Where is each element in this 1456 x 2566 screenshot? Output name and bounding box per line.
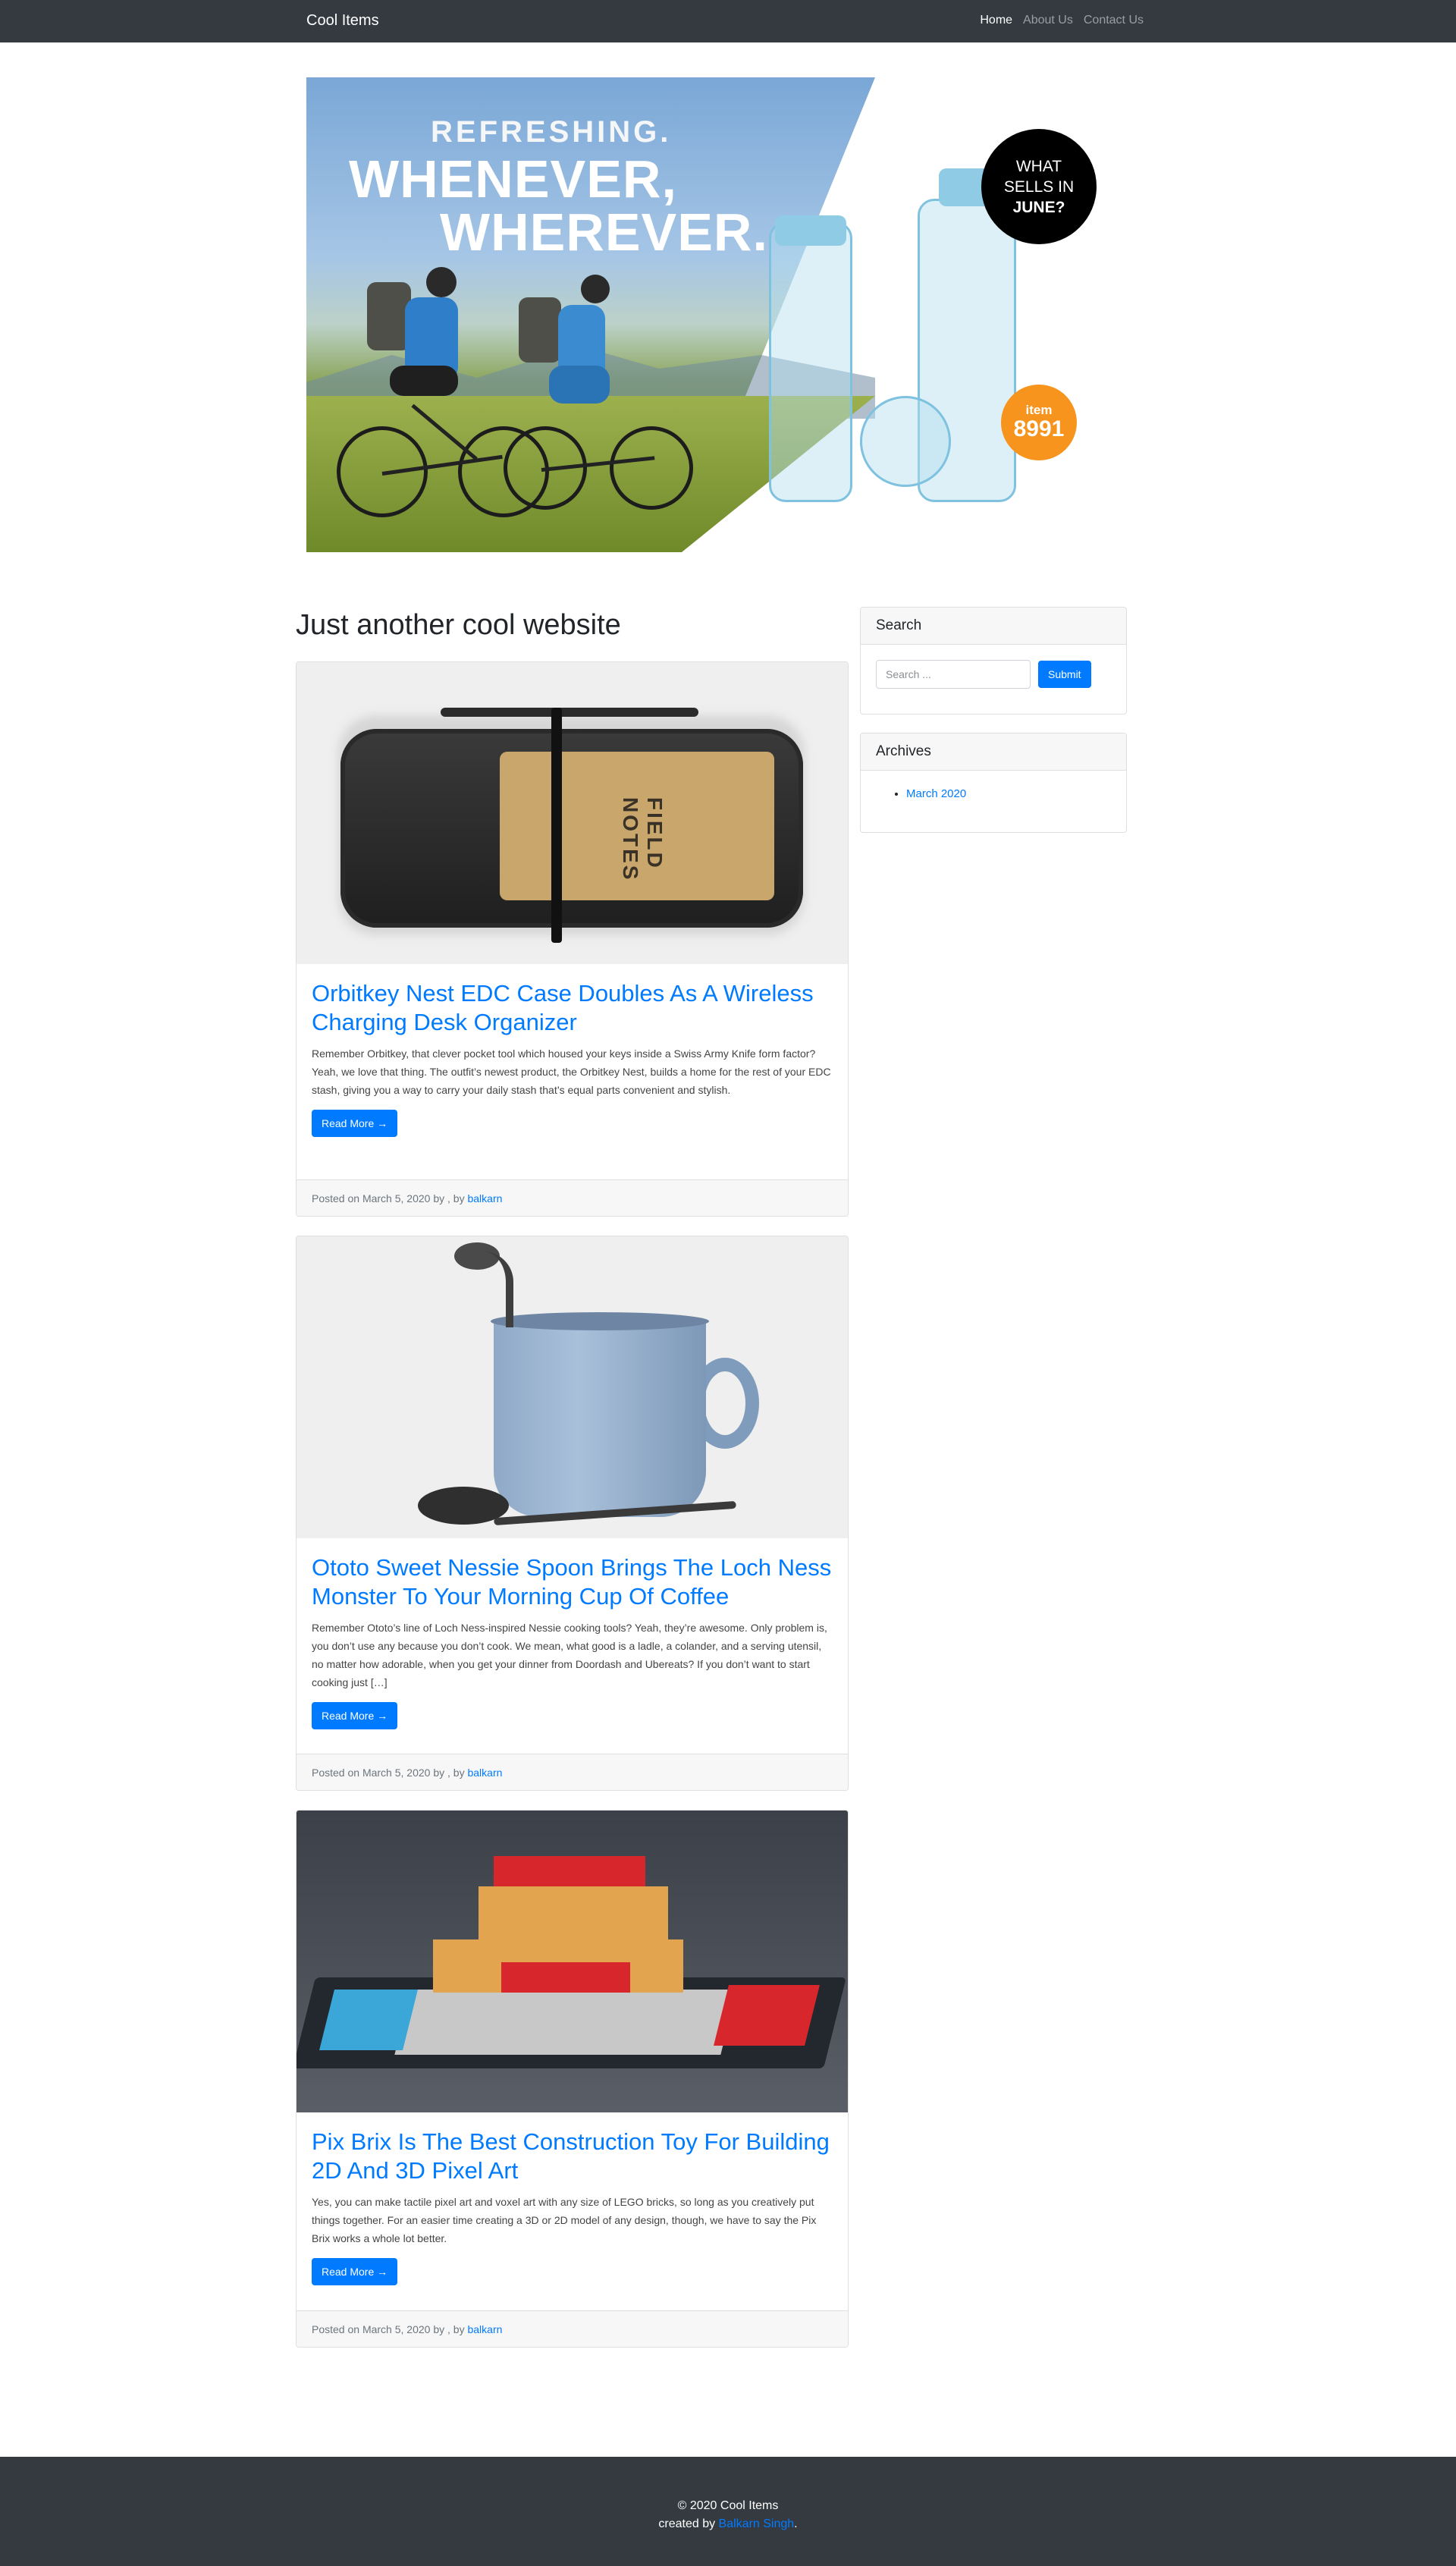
post-card: Ototo Sweet Nessie Spoon Brings The Loch… xyxy=(296,1236,849,1791)
post-card: Pix Brix Is The Best Construction Toy Fo… xyxy=(296,1810,849,2348)
nessie-spoon-neck xyxy=(483,1252,513,1327)
archives-widget: Archives March 2020 xyxy=(860,733,1127,833)
site-footer: © 2020 Cool Items created by Balkarn Sin… xyxy=(0,2457,1456,2566)
pixel-base-grey xyxy=(394,1990,737,2055)
post-body: Orbitkey Nest EDC Case Doubles As A Wire… xyxy=(312,964,835,1137)
search-form: Submit xyxy=(861,645,1126,689)
brand-link[interactable]: Cool Items xyxy=(306,11,379,30)
post-title[interactable]: Orbitkey Nest EDC Case Doubles As A Wire… xyxy=(312,979,835,1037)
cyclist-2 xyxy=(496,275,693,517)
hero-headline-3: WHEREVER. xyxy=(440,203,768,262)
hero-headline-2: WHENEVER, xyxy=(349,149,677,209)
post-image-edc-case[interactable]: FIELD NOTES xyxy=(297,662,848,964)
footer-credits: created by Balkarn Singh. xyxy=(0,2516,1456,2533)
field-notes-notebook: FIELD NOTES xyxy=(500,752,774,900)
archive-link-march-2020[interactable]: March 2020 xyxy=(906,787,966,800)
water-bottle-1 xyxy=(769,221,852,502)
footer-creator-link[interactable]: Balkarn Singh xyxy=(719,2517,795,2530)
post-date-text: Posted on March 5, 2020 by , by xyxy=(312,2323,465,2335)
search-input[interactable] xyxy=(876,660,1031,689)
bottle-1-cap xyxy=(775,215,846,246)
search-widget: Search Submit xyxy=(860,607,1127,715)
mario-overalls xyxy=(501,1962,630,1993)
archives-list: March 2020 xyxy=(861,771,1126,802)
mug-rim xyxy=(491,1312,709,1330)
post-card: FIELD NOTES Orbitkey Nest EDC Case Doubl… xyxy=(296,661,849,1217)
post-meta: Posted on March 5, 2020 by , by balkarn xyxy=(297,2310,848,2347)
pixel-base-blue xyxy=(319,1990,418,2050)
pixel-base-red xyxy=(714,1985,820,2046)
hero-headline-1: REFRESHING. xyxy=(431,115,672,149)
post-excerpt: Remember Orbitkey, that clever pocket to… xyxy=(312,1047,831,1096)
badge-item-label: item xyxy=(1025,403,1053,417)
badge-what-text: WHAT xyxy=(1015,157,1062,175)
post-date-text: Posted on March 5, 2020 by , by xyxy=(312,1767,465,1779)
nav-contact-us[interactable]: Contact Us xyxy=(1084,12,1144,29)
post-meta: Posted on March 5, 2020 by , by balkarn xyxy=(297,1754,848,1790)
post-body: Pix Brix Is The Best Construction Toy Fo… xyxy=(312,2112,835,2285)
nav-home[interactable]: Home xyxy=(980,12,1012,29)
post-author-link[interactable]: balkarn xyxy=(467,1192,502,1204)
archives-widget-title: Archives xyxy=(861,733,1126,771)
post-meta: Posted on March 5, 2020 by , by balkarn xyxy=(297,1179,848,1216)
archive-item: March 2020 xyxy=(906,786,1111,802)
badge-sells-text: SELLS IN xyxy=(1003,177,1075,196)
post-excerpt: Yes, you can make tactile pixel art and … xyxy=(312,2196,817,2244)
pen xyxy=(441,708,698,717)
badge-item-number: 8991 xyxy=(1013,416,1065,441)
search-submit-button[interactable]: Submit xyxy=(1038,661,1091,688)
post-image-pixel-art[interactable] xyxy=(297,1811,848,2112)
read-more-button[interactable]: Read More → xyxy=(312,1110,398,1137)
read-more-button[interactable]: Read More → xyxy=(312,1702,398,1729)
what-sells-badge: WHAT SELLS IN JUNE? xyxy=(981,129,1097,244)
post-author-link[interactable]: balkarn xyxy=(467,1767,502,1779)
footer-period: . xyxy=(794,2517,798,2530)
search-widget-title: Search xyxy=(861,608,1126,645)
footer-created-by: created by xyxy=(658,2517,716,2530)
navbar: Cool Items Home About Us Contact Us xyxy=(0,0,1456,42)
post-excerpt: Remember Ototo’s line of Loch Ness-inspi… xyxy=(312,1622,827,1688)
page-title: Just another cool website xyxy=(296,609,621,641)
nav-about-us[interactable]: About Us xyxy=(1023,12,1073,29)
elastic-band xyxy=(551,708,562,943)
post-date-text: Posted on March 5, 2020 by , by xyxy=(312,1192,465,1204)
hero-banner: REFRESHING. WHENEVER, WHEREVER. WHAT SEL… xyxy=(306,77,1150,552)
footer-copyright: © 2020 Cool Items xyxy=(677,2499,779,2512)
mario-face xyxy=(479,1886,668,1939)
read-more-button[interactable]: Read More → xyxy=(312,2258,398,2285)
item-number-badge: item 8991 xyxy=(1001,385,1077,460)
post-title[interactable]: Ototo Sweet Nessie Spoon Brings The Loch… xyxy=(312,1553,835,1611)
post-body: Ototo Sweet Nessie Spoon Brings The Loch… xyxy=(312,1538,835,1729)
post-image-mug-spoon[interactable] xyxy=(297,1236,848,1538)
post-title[interactable]: Pix Brix Is The Best Construction Toy Fo… xyxy=(312,2128,835,2185)
mug xyxy=(494,1320,706,1517)
mario-hat xyxy=(494,1856,645,1886)
badge-june-text: JUNE? xyxy=(1012,198,1065,216)
nav-links: Home About Us Contact Us xyxy=(980,12,1144,29)
post-author-link[interactable]: balkarn xyxy=(467,2323,502,2335)
notebook-brand: FIELD NOTES xyxy=(619,797,667,882)
